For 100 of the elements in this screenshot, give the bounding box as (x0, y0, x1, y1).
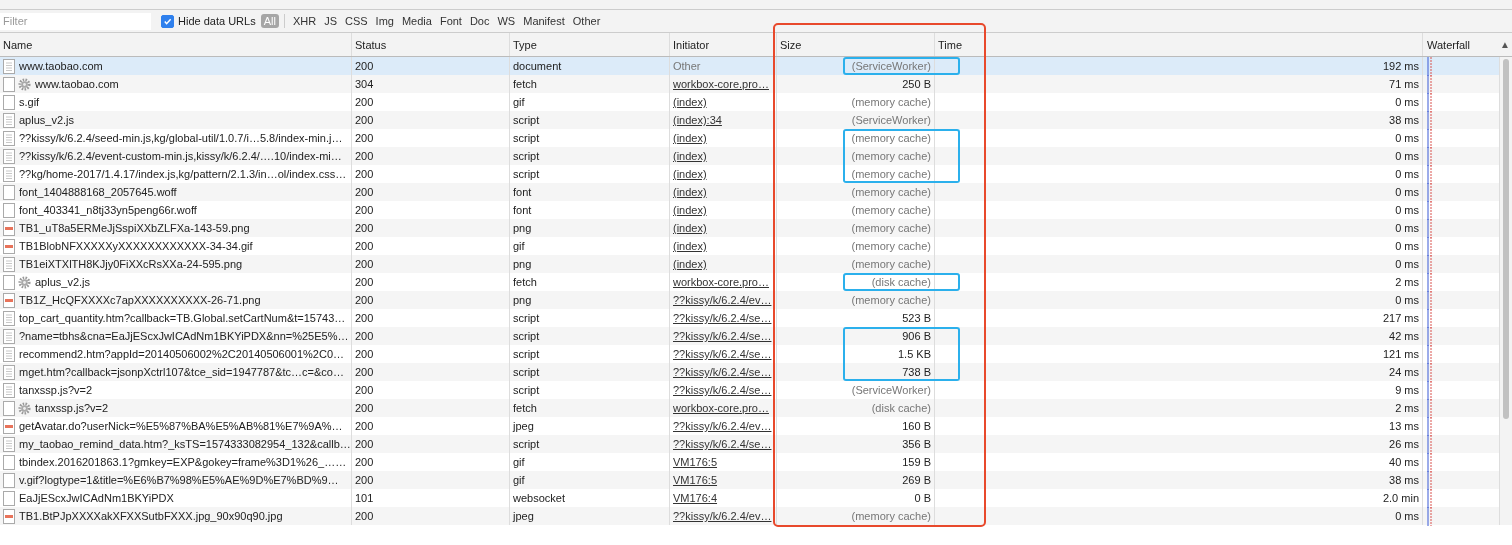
initiator-link[interactable]: (index) (673, 222, 707, 234)
time-value: 0 ms (1395, 240, 1419, 252)
request-name: TB1_uT8a5ERMeJjSspiXXbZLFXa-143-59.png (19, 222, 250, 234)
status-code: 200 (355, 60, 374, 72)
column-header[interactable]: Status (352, 33, 510, 56)
request-name: recommend2.htm?appId=20140506002%2C20140506001%2C0… (19, 348, 345, 360)
resource-type: script (513, 330, 540, 342)
initiator-link[interactable]: ??kissy/k/6.2.4/ev… (673, 510, 772, 522)
size-value: (memory cache) (851, 240, 931, 252)
resource-type: png (513, 294, 532, 306)
scrollbar[interactable] (1500, 57, 1512, 525)
request-name: mget.htm?callback=jsonpXctrl107&tce_sid=1947787&tc…c=&co… (19, 366, 344, 378)
type-filter-button[interactable]: XHR (289, 14, 320, 28)
initiator-link[interactable]: ??kissy/k/6.2.4/se… (673, 348, 772, 360)
initiator-link[interactable]: ??kissy/k/6.2.4/se… (673, 312, 772, 324)
size-value: 250 B (902, 78, 931, 90)
column-header[interactable]: Time (935, 33, 1423, 56)
request-name: EaJjEScxJwICAdNm1BKYiPDX (19, 492, 174, 504)
resource-type: png (513, 258, 532, 270)
sort-indicator[interactable]: ▲ (1500, 39, 1510, 50)
resource-type: jpeg (513, 510, 534, 522)
request-name: ?name=tbhs&cna=EaJjEScxJwICAdNm1BKYiPDX&nn=%25E5%… (19, 330, 349, 342)
size-value: (memory cache) (851, 204, 931, 216)
initiator-link[interactable]: VM176:5 (673, 474, 718, 486)
request-name: aplus_v2.js (19, 114, 75, 126)
type-filter-button[interactable]: Media (398, 14, 435, 28)
resource-type: font (513, 204, 532, 216)
time-value: 0 ms (1395, 96, 1419, 108)
filter-field[interactable]: Filter (0, 12, 151, 30)
initiator-link[interactable]: workbox-core.pro… (673, 276, 769, 288)
resource-type: fetch (513, 276, 537, 288)
status-code: 200 (355, 276, 374, 288)
initiator-link[interactable]: workbox-core.pro… (673, 402, 769, 414)
time-value: 0 ms (1395, 510, 1419, 522)
status-code: 200 (355, 294, 374, 306)
type-filter-button[interactable]: Manifest (520, 14, 568, 28)
initiator-link[interactable]: VM176:5 (673, 456, 718, 468)
initiator-link[interactable]: ??kissy/k/6.2.4/ev… (673, 294, 772, 306)
status-code: 200 (355, 258, 374, 270)
resource-type: fetch (513, 78, 537, 90)
time-value: 192 ms (1382, 60, 1419, 72)
column-header[interactable]: Waterfall (1427, 38, 1470, 51)
type-filter-button[interactable]: Font (436, 14, 465, 28)
type-filter-button[interactable]: JS (321, 14, 340, 28)
initiator-link[interactable]: ??kissy/k/6.2.4/se… (673, 330, 772, 342)
initiator-link[interactable]: (index):34 (673, 114, 722, 126)
request-name: TB1BlobNFXXXXXyXXXXXXXXXXXX-34-34.gif (19, 240, 253, 252)
initiator-link[interactable]: ??kissy/k/6.2.4/se… (673, 384, 772, 396)
resource-type: document (513, 60, 562, 72)
status-code: 200 (355, 402, 374, 414)
initiator-link[interactable]: (index) (673, 150, 707, 162)
time-value: 0 ms (1395, 168, 1419, 180)
initiator-link[interactable]: (index) (673, 96, 707, 108)
request-name: tanxssp.js?v=2 (35, 402, 109, 414)
status-code: 200 (355, 312, 374, 324)
resource-type: png (513, 222, 532, 234)
name-cell[interactable]: www.taobao.com (0, 57, 352, 75)
initiator-link[interactable]: workbox-core.pro… (673, 78, 769, 90)
initiator-link[interactable]: (index) (673, 258, 707, 270)
status-code: 200 (355, 240, 374, 252)
initiator-link[interactable]: (index) (673, 204, 707, 216)
initiator-link[interactable]: (index) (673, 186, 707, 198)
type-filter-button[interactable]: Img (372, 14, 397, 28)
time-value: 217 ms (1382, 312, 1419, 324)
column-header[interactable]: Type (510, 33, 670, 56)
time-value: 13 ms (1389, 420, 1419, 432)
initiator-link[interactable]: ??kissy/k/6.2.4/ev… (673, 420, 772, 432)
checkbox[interactable] (161, 14, 174, 28)
resource-type: script (513, 150, 540, 162)
type-filter-button[interactable]: WS (494, 14, 519, 28)
request-name: tanxssp.js?v=2 (19, 384, 93, 396)
size-value: 523 B (902, 312, 931, 324)
request-name: TB1eiXTXlTH8KJjy0FiXXcRsXXa-24-595.png (19, 258, 243, 270)
resource-type: script (513, 114, 540, 126)
initiator-link[interactable]: VM176:4 (673, 492, 718, 504)
initiator-link[interactable]: (index) (673, 132, 707, 144)
initiator-link[interactable]: ??kissy/k/6.2.4/se… (673, 438, 772, 450)
column-header[interactable]: Initiator (670, 33, 777, 56)
initiator-link[interactable]: ??kissy/k/6.2.4/se… (673, 366, 772, 378)
column-header[interactable]: Size (777, 33, 935, 56)
time-value: 26 ms (1389, 438, 1419, 450)
time-value: 24 ms (1389, 366, 1419, 378)
size-value: 906 B (902, 330, 931, 342)
time-value: 2 ms (1395, 402, 1419, 414)
name-cell[interactable]: TB1.BtPJpXXXXakXFXXSutbFXXX.jpg_90x90q90.jpg (0, 507, 352, 525)
status-code: 200 (355, 96, 374, 108)
size-value: (memory cache) (851, 510, 931, 522)
time-value: 0 ms (1395, 132, 1419, 144)
size-value: (memory cache) (851, 294, 931, 306)
type-filter-button[interactable]: Other (569, 14, 604, 28)
status-code: 200 (355, 132, 374, 144)
resource-type: font (513, 186, 532, 198)
type-filter-button[interactable]: Doc (466, 14, 493, 28)
column-header[interactable]: Name (0, 33, 352, 56)
status-code: 200 (355, 438, 374, 450)
initiator-link[interactable]: (index) (673, 168, 707, 180)
size-value: 738 B (902, 366, 931, 378)
type-filter-button[interactable]: CSS (341, 14, 371, 28)
initiator-link[interactable]: (index) (673, 240, 707, 252)
time-value: 38 ms (1389, 114, 1419, 126)
